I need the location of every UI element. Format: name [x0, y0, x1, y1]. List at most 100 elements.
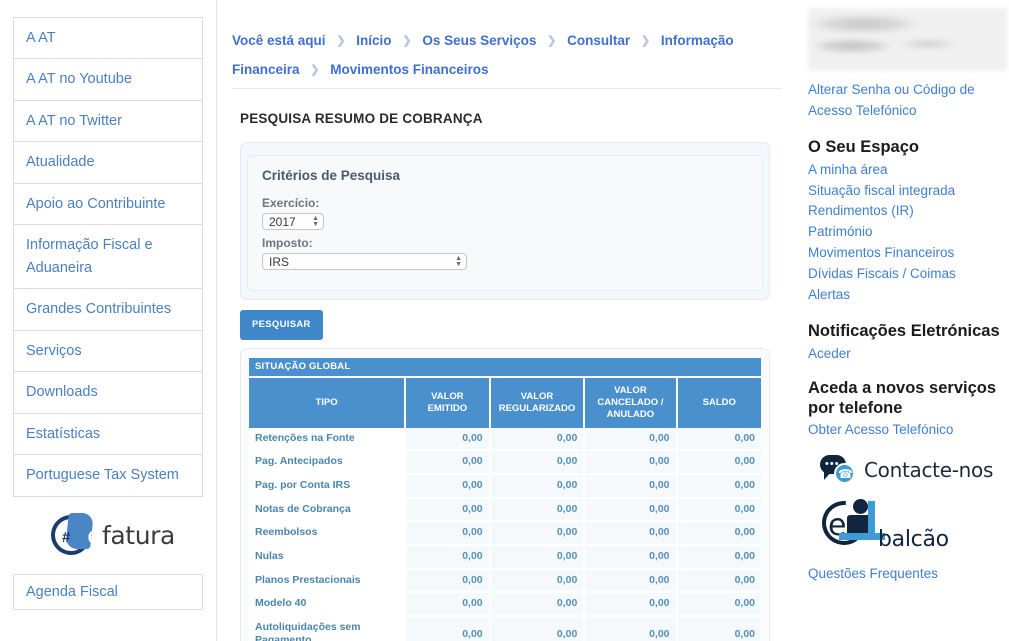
- right-sidebar: Alterar Senha ou Código de Acesso Telefó…: [800, 0, 1009, 641]
- results-panel: SITUAÇÃO GLOBAL TIPO VALOR EMITIDO VALOR…: [240, 348, 770, 641]
- results-table-caption-row: SITUAÇÃO GLOBAL: [249, 358, 761, 379]
- cell-regularizado: 0,00: [489, 427, 586, 452]
- cell-regularizado: 0,00: [489, 568, 586, 594]
- column-header-valor-emitido: VALOR EMITIDO: [405, 377, 491, 428]
- breadcrumb-item-movimentos-financeiros[interactable]: Movimentos Financeiros: [330, 62, 488, 77]
- section-heading-o-seu-espaco: O Seu Espaço: [808, 137, 919, 156]
- phone-icon: [834, 463, 855, 485]
- table-row: Autoliquidações sem Pagamento 0,00 0,00 …: [249, 615, 761, 641]
- cell-tipo: Reembolsos: [249, 521, 407, 546]
- cell-regularizado: 0,00: [489, 473, 586, 499]
- sidebar-item-a-at-youtube[interactable]: A AT no Youtube: [14, 59, 202, 101]
- table-row: Pag. Antecipados 0,00 0,00 0,00 0,00: [249, 450, 761, 475]
- cell-cancelado: 0,00: [584, 615, 678, 641]
- link-aceder[interactable]: Aceder: [808, 344, 1009, 365]
- link-a-minha-area[interactable]: A minha área: [808, 160, 1009, 181]
- contacte-nos-block[interactable]: ••• Contacte-nos e balcão: [813, 455, 1009, 559]
- left-nav-list: A AT A AT no Youtube A AT no Twitter Atu…: [13, 17, 203, 497]
- sidebar-item-apoio-ao-contribuinte[interactable]: Apoio ao Contribuinte: [14, 184, 202, 226]
- criteria-title: Critérios de Pesquisa: [262, 168, 401, 184]
- breadcrumb-item-inicio[interactable]: Início: [356, 33, 391, 48]
- link-situacao-fiscal-integrada[interactable]: Situação fiscal integrada: [808, 181, 1009, 202]
- sidebar-item-downloads[interactable]: Downloads: [14, 372, 202, 414]
- breadcrumb-separator-icon: ❯: [547, 35, 557, 47]
- sidebar-item-portuguese-tax-system[interactable]: Portuguese Tax System: [14, 455, 202, 497]
- table-row: Planos Prestacionais 0,00 0,00 0,00 0,00: [249, 568, 761, 594]
- sidebar-item-grandes-contribuintes[interactable]: Grandes Contribuintes: [14, 289, 202, 331]
- cell-tipo: Modelo 40: [249, 592, 407, 617]
- imposto-select-wrap[interactable]: IRS ▲ ▼: [262, 253, 467, 271]
- cell-emitido: 0,00: [405, 427, 491, 452]
- table-row: Pag. por Conta IRS 0,00 0,00 0,00 0,00: [249, 473, 761, 499]
- table-row: Notas de Cobrança 0,00 0,00 0,00 0,00: [249, 497, 761, 523]
- cell-saldo: 0,00: [676, 592, 761, 617]
- breadcrumb-separator-icon: ❯: [310, 64, 320, 77]
- cell-saldo: 0,00: [676, 544, 761, 570]
- sidebar-item-a-at[interactable]: A AT: [14, 18, 202, 60]
- section-heading-aceda-novos-servicos: Aceda a novos serviços por telefone: [808, 378, 997, 417]
- sidebar-item-atualidade[interactable]: Atualidade: [14, 142, 202, 184]
- results-table-head: SITUAÇÃO GLOBAL TIPO VALOR EMITIDO VALOR…: [249, 358, 761, 428]
- sidebar-item-agenda-fiscal[interactable]: Agenda Fiscal: [13, 573, 203, 610]
- ebalcao-logo[interactable]: e balcão: [813, 492, 1000, 559]
- cell-emitido: 0,00: [405, 521, 491, 546]
- cell-tipo: Retenções na Fonte: [249, 427, 407, 452]
- cell-emitido: 0,00: [405, 473, 491, 499]
- cell-regularizado: 0,00: [489, 497, 586, 523]
- efatura-wordmark-e: e: [87, 520, 102, 550]
- imposto-select[interactable]: IRS: [262, 253, 467, 271]
- criteria-panel: Critérios de Pesquisa Exercício: 2017 ▲ ▼…: [247, 155, 763, 292]
- cell-tipo: Pag. por Conta IRS: [249, 473, 407, 499]
- cell-cancelado: 0,00: [584, 521, 678, 546]
- sidebar-item-servicos[interactable]: Serviços: [14, 331, 202, 373]
- cell-emitido: 0,00: [405, 544, 491, 570]
- person-head-icon: [853, 499, 868, 515]
- link-rendimentos-ir[interactable]: Rendimentos (IR): [808, 201, 1009, 222]
- cell-saldo: 0,00: [676, 450, 761, 475]
- efatura-logo-icon: # efatura: [42, 506, 175, 563]
- exercicio-select-wrap[interactable]: 2017 ▲ ▼: [262, 213, 324, 231]
- breadcrumb-item-consultar[interactable]: Consultar: [567, 33, 630, 48]
- column-header-valor-cancelado-anulado: VALOR CANCELADO / ANULADO: [584, 377, 678, 428]
- efatura-logo-wrap[interactable]: # efatura: [13, 497, 203, 574]
- efatura-hash-icon: #: [62, 528, 71, 546]
- link-movimentos-financeiros[interactable]: Movimentos Financeiros: [808, 243, 1009, 264]
- imposto-label: Imposto:: [262, 236, 313, 251]
- link-obter-acesso-telefonico[interactable]: Obter Acesso Telefónico: [808, 420, 1009, 441]
- situacao-global-caption: SITUAÇÃO GLOBAL: [249, 358, 761, 379]
- cell-regularizado: 0,00: [489, 450, 586, 475]
- sidebar-item-a-at-twitter[interactable]: A AT no Twitter: [14, 101, 202, 143]
- column-header-tipo: TIPO: [249, 377, 407, 428]
- search-panel: Critérios de Pesquisa Exercício: 2017 ▲ ▼…: [240, 142, 770, 301]
- cell-saldo: 0,00: [676, 497, 761, 523]
- breadcrumb-item-os-seus-servicos[interactable]: Os Seus Serviços: [422, 33, 536, 48]
- exercicio-select[interactable]: 2017: [262, 213, 324, 231]
- sidebar-item-informacao-fiscal-e-aduaneira[interactable]: Informação Fiscal e Aduaneira: [14, 225, 202, 290]
- table-row: Retenções na Fonte 0,00 0,00 0,00 0,00: [249, 427, 761, 452]
- cell-tipo: Autoliquidações sem Pagamento: [249, 615, 407, 641]
- cell-saldo: 0,00: [676, 521, 761, 546]
- link-patrimonio[interactable]: Património: [808, 222, 1009, 243]
- cell-cancelado: 0,00: [584, 497, 678, 523]
- page-root: A AT A AT no Youtube A AT no Twitter Atu…: [0, 0, 1009, 641]
- ebalcao-label: balcão: [878, 527, 949, 553]
- sidebar-item-estatisticas[interactable]: Estatísticas: [14, 414, 202, 456]
- cell-emitido: 0,00: [405, 568, 491, 594]
- pesquisar-button[interactable]: PESQUISAR: [240, 310, 323, 341]
- cell-tipo: Nulas: [249, 544, 407, 570]
- cell-regularizado: 0,00: [489, 592, 586, 617]
- main-content: Você está aqui ❯ Início ❯ Os Seus Serviç…: [217, 0, 800, 641]
- cell-emitido: 0,00: [405, 615, 491, 641]
- cell-cancelado: 0,00: [584, 568, 678, 594]
- redacted-user-info: [808, 8, 1007, 71]
- cell-saldo: 0,00: [676, 568, 761, 594]
- link-questoes-frequentes[interactable]: Questões Frequentes: [808, 566, 1009, 581]
- results-table-body: Retenções na Fonte 0,00 0,00 0,00 0,00 P…: [249, 427, 761, 641]
- breadcrumb-separator-icon: ❯: [336, 35, 346, 47]
- link-dividas-fiscais-coimas[interactable]: Dívidas Fiscais / Coimas: [808, 264, 1009, 285]
- cell-tipo: Planos Prestacionais: [249, 568, 407, 594]
- link-alertas[interactable]: Alertas: [808, 285, 1009, 306]
- table-row: Modelo 40 0,00 0,00 0,00 0,00: [249, 592, 761, 617]
- page-title: PESQUISA RESUMO DE COBRANÇA: [240, 111, 483, 127]
- link-alterar-senha[interactable]: Alterar Senha ou Código de Acesso Telefó…: [808, 80, 1009, 122]
